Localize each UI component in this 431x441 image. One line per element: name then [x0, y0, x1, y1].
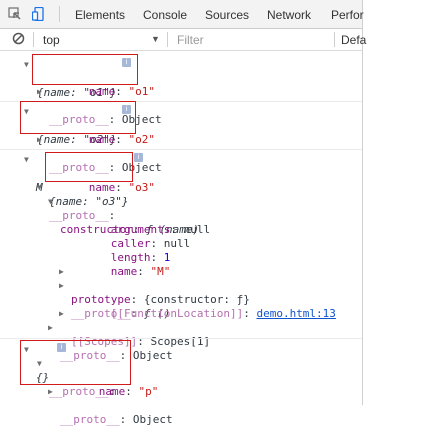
property-length: length: 1	[110, 251, 171, 264]
device-toolbar-icon[interactable]	[31, 6, 46, 22]
console-filter-bar: top ▼ Filter Defa	[0, 29, 366, 51]
function-location-row: [[FunctionLocation]]: demo.html:13	[110, 307, 336, 320]
filter-divider-2	[167, 32, 168, 47]
filter-divider	[33, 32, 34, 47]
highlight-box	[20, 101, 136, 134]
log-levels-dropdown[interactable]: Defa	[341, 33, 366, 47]
collapse-triangle-icon[interactable]: ▶	[48, 321, 53, 335]
property-arguments: arguments: null	[110, 223, 211, 236]
devtools-panel: Elements Console Sources Network Perfor …	[0, 0, 366, 426]
inspect-element-icon[interactable]	[8, 7, 22, 21]
expand-triangle-icon[interactable]: ▼	[24, 153, 29, 167]
collapse-triangle-icon[interactable]: ▶	[37, 133, 42, 147]
context-selector[interactable]: top	[43, 33, 60, 47]
filter-input[interactable]: Filter	[177, 33, 204, 47]
function-proto-row[interactable]: ▶ __proto__: ƒ ()	[59, 279, 170, 320]
toolbar-divider	[59, 6, 60, 22]
tab-elements[interactable]: Elements	[75, 8, 125, 22]
collapse-triangle-icon[interactable]: ▶	[59, 265, 64, 279]
proto-row[interactable]: ▶ __proto__: Object	[37, 133, 162, 174]
row-divider	[0, 149, 362, 150]
constructor-row[interactable]: ▼ constructor: ƒ (name)	[48, 195, 199, 236]
tab-console[interactable]: Console	[143, 8, 187, 22]
tab-network[interactable]: Network	[267, 8, 311, 22]
highlight-box	[32, 54, 138, 85]
proto-row[interactable]: ▶ __proto__: Object	[48, 321, 173, 362]
scopes-row[interactable]: ▶ [[Scopes]]: Scopes[1]	[59, 307, 210, 348]
chevron-down-icon[interactable]: ▼	[151, 34, 160, 44]
proto-row[interactable]: ▼ __proto__:	[37, 181, 115, 222]
property-caller: caller: null	[110, 237, 191, 250]
property-fname: name: "M"	[110, 265, 171, 278]
highlight-box	[45, 152, 133, 182]
collapse-triangle-icon[interactable]: ▶	[48, 385, 53, 399]
info-icon: i	[134, 153, 143, 162]
collapse-triangle-icon[interactable]: ▶	[59, 279, 64, 293]
expand-triangle-icon[interactable]: ▼	[37, 181, 42, 195]
prototype-row[interactable]: ▶ prototype: {constructor: ƒ}	[59, 265, 250, 306]
filter-divider-3	[334, 32, 335, 47]
highlight-box	[20, 340, 131, 385]
tab-sources[interactable]: Sources	[205, 8, 249, 22]
devtools-tabbar: Elements Console Sources Network Perfor	[0, 0, 364, 29]
expand-triangle-icon[interactable]: ▼	[48, 195, 53, 209]
row-divider	[0, 338, 362, 339]
clear-console-icon[interactable]	[12, 32, 26, 46]
console-output: ▼ {name: "o1"} i name: "o1" ▶ __proto__:…	[0, 51, 362, 426]
tab-performance[interactable]: Perfor	[331, 8, 364, 22]
expand-triangle-icon[interactable]: ▼	[24, 58, 29, 72]
proto-row[interactable]: ▶ __proto__: Object	[48, 385, 173, 426]
source-link[interactable]: demo.html:13	[256, 307, 335, 320]
collapse-triangle-icon[interactable]: ▶	[59, 307, 64, 321]
proto-row[interactable]: ▶ __proto__: Object	[37, 85, 162, 126]
collapse-triangle-icon[interactable]: ▶	[37, 85, 42, 99]
